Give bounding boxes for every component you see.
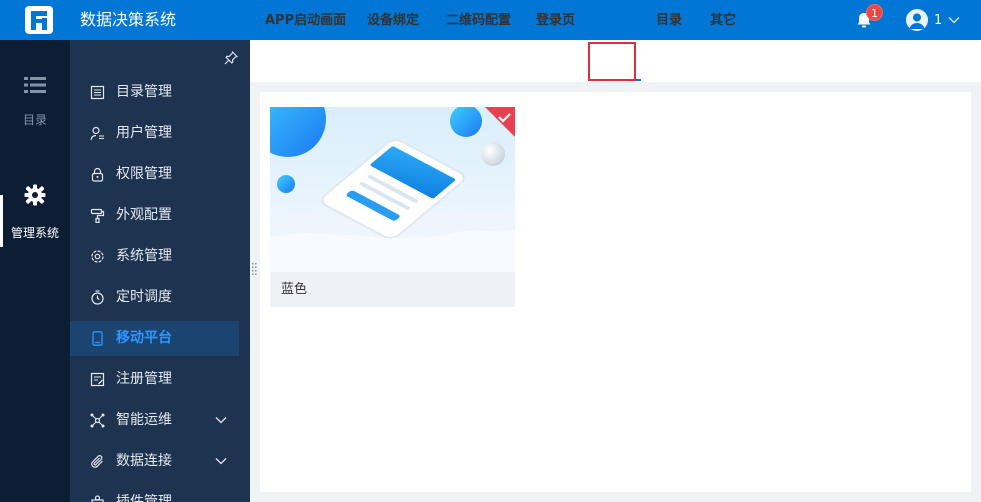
register-icon [90, 372, 105, 387]
paperclip-icon [91, 455, 103, 468]
list-icon [24, 77, 46, 93]
user-name: 1 [934, 12, 943, 28]
paint-roller-icon [90, 208, 105, 223]
tab-qrcode-config[interactable]: 二维码配置 [446, 0, 511, 42]
sidebar-item-appearance[interactable]: 外观配置 [70, 198, 239, 233]
chevron-down-icon [215, 458, 227, 465]
sidebar-item-label: 数据连接 [116, 453, 172, 469]
tab-active-indicator [591, 79, 641, 81]
pin-icon[interactable] [224, 51, 238, 65]
network-icon [90, 413, 105, 428]
user-icon [90, 126, 104, 141]
sidebar-item-label: 移动平台 [116, 330, 172, 346]
settings-icon [91, 250, 104, 263]
tab-app-splash[interactable]: APP启动画面 [265, 0, 346, 42]
chevron-down-icon [215, 417, 227, 424]
sidebar-item-plugins[interactable]: 插件管理 [70, 485, 239, 502]
sidebar-item-register[interactable]: 注册管理 [70, 362, 239, 397]
theme-preview-image [270, 107, 515, 272]
sidebar-item-label: 用户管理 [116, 125, 172, 141]
app-title: 数据决策系统 [80, 10, 177, 29]
sidebar-item-label: 外观配置 [116, 207, 172, 223]
nav-rail: 目录 管理系统 [0, 40, 70, 502]
catalog-icon [90, 85, 105, 100]
sidebar-item-label: 智能运维 [116, 412, 172, 428]
mobile-icon [92, 331, 103, 346]
tab-theme[interactable]: 主题 [602, 0, 628, 42]
lock-icon [91, 167, 104, 182]
sidebar-item-label: 权限管理 [116, 166, 172, 182]
theme-caption: 蓝色 [270, 272, 515, 307]
user-menu[interactable]: 1 [906, 9, 960, 31]
sidebar-item-users[interactable]: 用户管理 [70, 116, 239, 151]
sidebar-item-label: 插件管理 [116, 494, 172, 502]
avatar [906, 9, 928, 31]
tab-login-page[interactable]: 登录页 [536, 0, 575, 42]
tab-catalog[interactable]: 目录 [656, 0, 682, 42]
chevron-down-icon [948, 17, 960, 24]
user-avatar-icon [909, 13, 925, 29]
sidebar-item-label: 目录管理 [116, 84, 172, 100]
sidebar-item-label: 注册管理 [116, 371, 172, 387]
tab-other[interactable]: 其它 [710, 0, 736, 42]
sidebar-item-label: 系统管理 [116, 248, 172, 264]
sidebar-item-mobile-platform[interactable]: 移动平台 [70, 321, 239, 356]
timer-icon [91, 290, 104, 305]
sidebar-item-permissions[interactable]: 权限管理 [70, 157, 239, 192]
rail-item-manage[interactable]: 管理系统 [0, 184, 70, 241]
sidebar-item-ops[interactable]: 智能运维 [70, 403, 239, 438]
rail-item-label: 目录 [22, 113, 47, 127]
logo-icon [25, 6, 53, 34]
sidebar-item-schedule[interactable]: 定时调度 [70, 280, 239, 315]
tab-bar [250, 40, 981, 82]
notification-badge: 1 [866, 4, 883, 21]
theme-card[interactable]: 蓝色 [270, 107, 515, 307]
tab-device-binding[interactable]: 设备绑定 [367, 0, 419, 42]
gear-icon [24, 184, 46, 206]
sidebar-item-data-connection[interactable]: 数据连接 [70, 444, 239, 479]
rail-item-label: 管理系统 [10, 226, 59, 240]
sidebar-item-system[interactable]: 系统管理 [70, 239, 239, 274]
sidebar-item-label: 定时调度 [116, 289, 172, 305]
resize-handle[interactable] [251, 262, 258, 278]
theme-name: 蓝色 [281, 282, 308, 297]
rail-item-catalog[interactable]: 目录 [0, 76, 70, 128]
plugin-icon [91, 495, 104, 502]
sidebar-item-catalog[interactable]: 目录管理 [70, 75, 239, 110]
